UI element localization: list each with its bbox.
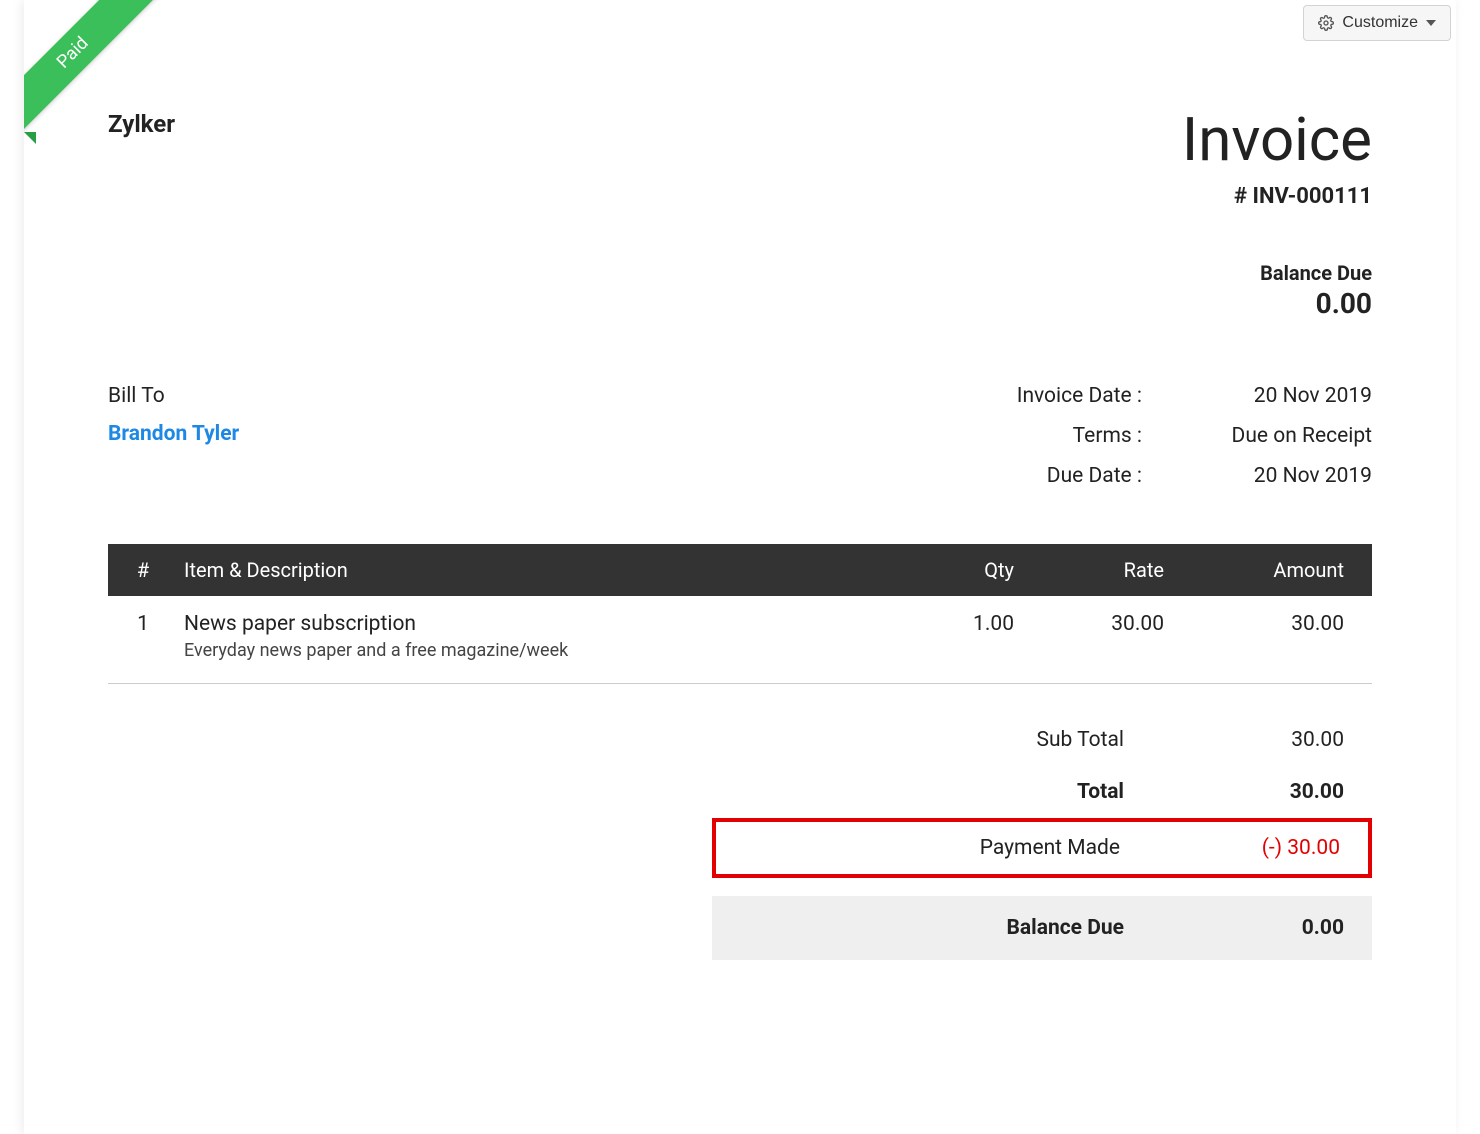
bill-to-label: Bill To [108,384,239,408]
invoice-number: # INV-000111 [1182,184,1372,209]
bill-to-block: Bill To Brandon Tyler [108,384,239,446]
balance-due-label: Balance Due [1182,261,1372,285]
invoice-content: Zylker Invoice # INV-000111 Balance Due … [24,0,1456,1000]
header-qty: Qty [892,558,1042,582]
due-date-label: Due Date : [912,464,1142,488]
item-desc: Everyday news paper and a free magazine/… [184,640,892,661]
details-block: Invoice Date : 20 Nov 2019 Terms : Due o… [912,384,1372,504]
balance-due-block: Balance Due 0.00 [1182,261,1372,320]
table-header: # Item & Description Qty Rate Amount [108,544,1372,596]
invoice-date-value: 20 Nov 2019 [1142,384,1372,408]
table-row: 1 News paper subscription Everyday news … [108,596,1372,684]
total-value: 30.00 [1194,780,1344,804]
header-num: # [108,558,178,582]
invoice-title-area: Invoice # INV-000111 Balance Due 0.00 [1182,110,1372,320]
total-label: Total [740,780,1194,804]
header-rate: Rate [1042,558,1192,582]
ribbon-tail [24,132,36,144]
status-ribbon: Paid [24,0,174,150]
invoice-title: Invoice [1182,110,1372,170]
due-date-value: 20 Nov 2019 [1142,464,1372,488]
status-ribbon-label: Paid [24,0,161,141]
row-rate: 30.00 [1042,612,1192,661]
terms-value: Due on Receipt [1142,424,1372,448]
header-item: Item & Description [178,558,892,582]
detail-row-invoice-date: Invoice Date : 20 Nov 2019 [912,384,1372,408]
item-name: News paper subscription [184,612,892,636]
totals-block: Sub Total 30.00 Total 30.00 Payment Made… [712,714,1372,960]
meta-row: Bill To Brandon Tyler Invoice Date : 20 … [108,384,1372,504]
gear-icon [1318,15,1334,31]
header-amount: Amount [1192,558,1372,582]
balance-label: Balance Due [740,916,1194,940]
balance-due-value: 0.00 [1182,287,1372,320]
detail-row-terms: Terms : Due on Receipt [912,424,1372,448]
total-row: Total 30.00 [712,766,1372,818]
payment-made-row: Payment Made (-) 30.00 [712,818,1372,878]
customer-link[interactable]: Brandon Tyler [108,422,239,446]
payment-value: (-) 30.00 [1190,836,1340,860]
row-qty: 1.00 [892,612,1042,661]
invoice-document: Paid Customize Zylker Invoice # INV-0001… [24,0,1456,1134]
items-table: # Item & Description Qty Rate Amount 1 N… [108,544,1372,684]
terms-label: Terms : [912,424,1142,448]
subtotal-label: Sub Total [740,728,1194,752]
subtotal-value: 30.00 [1194,728,1344,752]
customize-button[interactable]: Customize [1303,5,1451,41]
payment-label: Payment Made [744,836,1190,860]
row-item: News paper subscription Everyday news pa… [178,612,892,661]
balance-due-row: Balance Due 0.00 [712,896,1372,960]
top-row: Zylker Invoice # INV-000111 Balance Due … [108,110,1372,320]
invoice-date-label: Invoice Date : [912,384,1142,408]
row-num: 1 [108,612,178,661]
customize-label: Customize [1342,14,1418,32]
row-amount: 30.00 [1192,612,1372,661]
detail-row-due-date: Due Date : 20 Nov 2019 [912,464,1372,488]
chevron-down-icon [1426,20,1436,26]
subtotal-row: Sub Total 30.00 [712,714,1372,766]
balance-value: 0.00 [1194,916,1344,940]
